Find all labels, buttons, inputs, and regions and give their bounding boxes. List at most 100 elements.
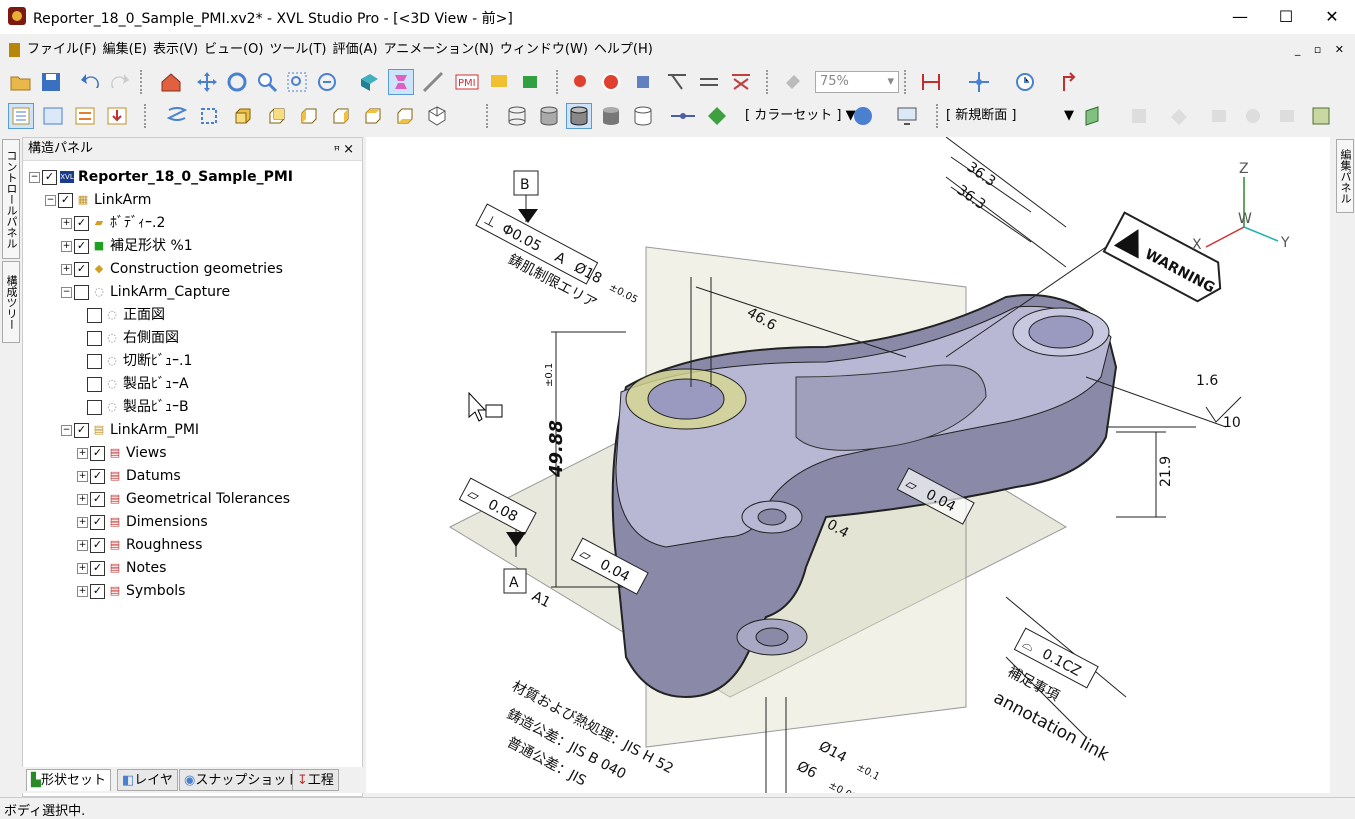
toolbar-grip[interactable]: [904, 70, 909, 94]
zoom-combo[interactable]: 75% ▾: [815, 71, 899, 93]
tree-node-view[interactable]: ◌ 正面図: [87, 304, 165, 326]
view-right-icon[interactable]: [328, 103, 354, 129]
tree-node-capture[interactable]: − ◌ LinkArm_Capture: [61, 281, 230, 303]
view-back-icon[interactable]: [264, 103, 290, 129]
outline-icon[interactable]: [630, 103, 656, 129]
tree-panel-icon[interactable]: [72, 103, 98, 129]
menu-window[interactable]: ウィンドウ(W): [497, 38, 591, 62]
shaded-icon[interactable]: [598, 103, 624, 129]
wireframe-icon[interactable]: [504, 103, 530, 129]
redo-icon[interactable]: [106, 69, 132, 95]
checkbox[interactable]: [87, 307, 102, 323]
expand-icon[interactable]: +: [61, 217, 72, 229]
minimize-button[interactable]: —: [1217, 0, 1263, 34]
datum-a1-label[interactable]: A1: [529, 588, 553, 611]
tree-node-geo-tol[interactable]: + ✓ ▤ Geometrical Tolerances: [77, 488, 290, 510]
checkbox[interactable]: [87, 353, 102, 369]
view-top-icon[interactable]: [360, 103, 386, 129]
open-folder-icon[interactable]: [8, 69, 34, 95]
fit-view-icon[interactable]: [314, 69, 340, 95]
expand-icon[interactable]: +: [77, 447, 88, 459]
tree-node-view[interactable]: ◌ 製品ﾋﾞｭｰB: [87, 396, 189, 418]
tree-node-root[interactable]: − ✓ XVL Reporter_18_0_Sample_PMI: [29, 166, 293, 188]
menu-file[interactable]: ファイル(F): [24, 38, 100, 62]
dim-10[interactable]: 10: [1223, 415, 1241, 431]
collapse-icon[interactable]: −: [45, 194, 56, 206]
tree-node-notes[interactable]: + ✓ ▤ Notes: [77, 557, 166, 579]
close-button[interactable]: ✕: [1309, 0, 1355, 34]
tree-node-roughness[interactable]: + ✓ ▤ Roughness: [77, 534, 202, 556]
expand-icon[interactable]: +: [61, 240, 72, 252]
checkbox[interactable]: ✓: [90, 491, 105, 507]
point-icon[interactable]: [566, 69, 592, 95]
checkbox[interactable]: ✓: [42, 169, 57, 185]
checkbox[interactable]: ✓: [90, 583, 105, 599]
color-set-combo[interactable]: [ カラーセット ] ▼: [745, 106, 856, 126]
tree-node-linkarm[interactable]: − ✓ ▦ LinkArm: [45, 189, 151, 211]
datum-b-label[interactable]: B: [520, 177, 530, 193]
view-panel-icon[interactable]: [40, 103, 66, 129]
checkbox[interactable]: ✓: [90, 514, 105, 530]
tab-config-tree[interactable]: 構成ツリー: [2, 261, 20, 343]
clip-icon[interactable]: [728, 69, 754, 95]
import-icon[interactable]: [104, 103, 130, 129]
layout-icon[interactable]: [1308, 103, 1334, 129]
dim-49-88-tol[interactable]: ±0.1: [544, 363, 555, 387]
tab-snapshot[interactable]: ◉スナップショット: [179, 769, 305, 791]
expand-icon[interactable]: +: [77, 585, 88, 597]
checkbox[interactable]: [74, 284, 89, 300]
view-iso-icon[interactable]: [424, 103, 450, 129]
toolbar-grip[interactable]: [144, 104, 149, 128]
tab-edit-panel[interactable]: 編集パネル: [1336, 139, 1354, 213]
expand-icon[interactable]: +: [77, 539, 88, 551]
collapse-icon[interactable]: −: [61, 286, 72, 298]
save-icon[interactable]: [38, 69, 64, 95]
document-icon[interactable]: [9, 42, 20, 57]
expand-icon[interactable]: +: [77, 493, 88, 505]
tree-node-datums[interactable]: + ✓ ▤ Datums: [77, 465, 181, 487]
dim-36-3-b[interactable]: 36.3: [954, 182, 989, 213]
tree-node-supplement[interactable]: + ✓ ■ 補足形状 %1: [61, 235, 193, 257]
warning-symbol[interactable]: WARNING: [1102, 211, 1231, 308]
checkbox[interactable]: ✓: [74, 215, 89, 231]
checkbox[interactable]: [87, 399, 102, 415]
cube-select-icon[interactable]: [630, 69, 656, 95]
menu-evaluate[interactable]: 評価(A): [330, 38, 381, 62]
section-plane-icon[interactable]: [1080, 103, 1106, 129]
tree-node-view[interactable]: ◌ 製品ﾋﾞｭｰA: [87, 373, 189, 395]
expand-icon[interactable]: +: [77, 470, 88, 482]
target-icon[interactable]: [598, 69, 624, 95]
tree-node-views[interactable]: + ✓ ▤ Views: [77, 442, 167, 464]
dia14-label[interactable]: Ø14: [816, 738, 849, 766]
dim-49-88[interactable]: 49.88: [546, 420, 567, 478]
dia6-tol[interactable]: ±0.05: [827, 780, 859, 793]
tree-node-symbols[interactable]: + ✓ ▤ Symbols: [77, 580, 185, 602]
pan-icon[interactable]: [194, 69, 220, 95]
zoom-icon[interactable]: [254, 69, 280, 95]
checkbox[interactable]: ✓: [90, 468, 105, 484]
shaded-edge-icon[interactable]: [566, 103, 592, 129]
dim-21-9[interactable]: 21.9: [1158, 456, 1174, 487]
tab-control-panel[interactable]: コントロールパネル: [2, 139, 20, 259]
toolbar-grip[interactable]: [140, 70, 145, 94]
flat-section-icon[interactable]: [696, 69, 722, 95]
tree-node-pmi[interactable]: − ✓ ▤ LinkArm_PMI: [61, 419, 199, 441]
return-icon[interactable]: [1058, 69, 1084, 95]
tab-process[interactable]: ↧工程: [292, 769, 339, 791]
select-body-icon[interactable]: [356, 69, 382, 95]
tree-node-dimensions[interactable]: + ✓ ▤ Dimensions: [77, 511, 208, 533]
checkbox[interactable]: [87, 376, 102, 392]
tree-node-construction[interactable]: + ✓ ◆ Construction geometries: [61, 258, 283, 280]
select-part-icon[interactable]: [388, 69, 414, 95]
toolbar-grip[interactable]: [936, 104, 941, 128]
checkbox[interactable]: ✓: [90, 560, 105, 576]
zoom-window-icon[interactable]: [284, 69, 310, 95]
undo-icon[interactable]: [78, 69, 104, 95]
pmi-icon[interactable]: PMI: [454, 69, 480, 95]
view-left-icon[interactable]: [296, 103, 322, 129]
dia14-tol[interactable]: ±0.1: [855, 762, 882, 783]
structure-panel-toggle-icon[interactable]: [8, 103, 34, 129]
transparency-icon[interactable]: [780, 69, 806, 95]
dia18-tol[interactable]: ±0.05: [607, 282, 639, 306]
expand-icon[interactable]: +: [77, 516, 88, 528]
